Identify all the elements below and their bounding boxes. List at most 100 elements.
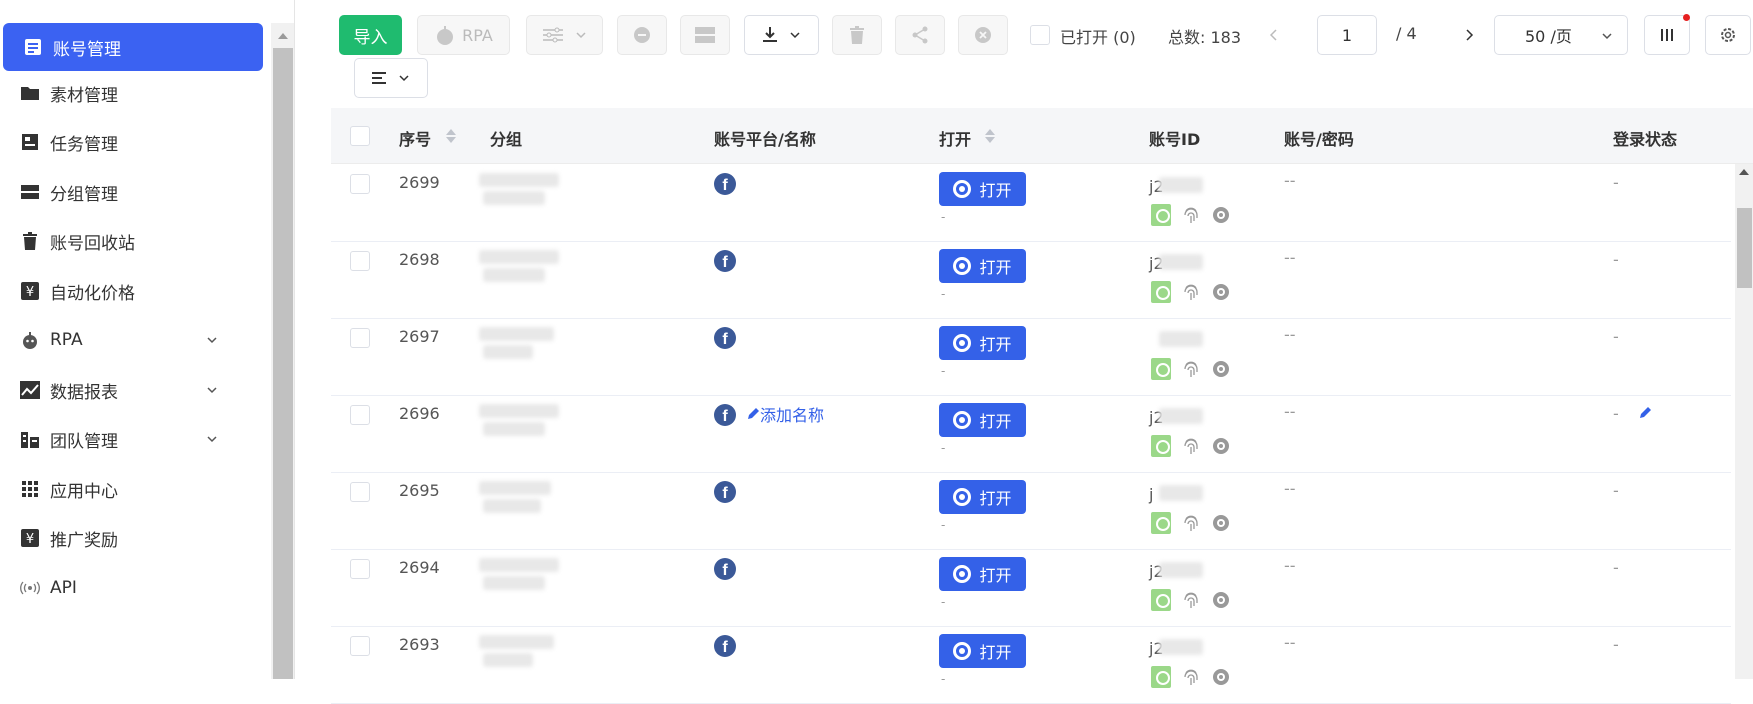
sidebar-item-account[interactable]: 账号管理	[3, 23, 263, 71]
open-browser-button[interactable]: 打开	[939, 634, 1026, 668]
trash-icon	[850, 26, 864, 44]
fingerprint-icon[interactable]	[1181, 205, 1201, 225]
select-all-checkbox[interactable]	[350, 126, 370, 146]
sort-icon[interactable]	[445, 126, 457, 146]
sidebar-item-reports[interactable]: 数据报表	[0, 366, 265, 414]
credentials-value: --	[1284, 171, 1296, 190]
scroll-up-icon[interactable]	[1739, 169, 1749, 175]
sidebar: 账号管理 素材管理 任务管理 分组管理 账号回收站 ¥ 自动化价格 RPA 数据…	[0, 0, 270, 679]
row-checkbox[interactable]	[350, 174, 370, 194]
share-button[interactable]	[895, 15, 945, 55]
row-checkbox[interactable]	[350, 328, 370, 348]
pencil-icon[interactable]	[1638, 406, 1652, 420]
sidebar-scrollbar-thumb[interactable]	[273, 48, 293, 679]
row-checkbox[interactable]	[350, 636, 370, 656]
settings-button[interactable]	[1705, 15, 1751, 55]
row-checkbox[interactable]	[350, 482, 370, 502]
login-status: -	[1613, 250, 1619, 269]
fingerprint-icon[interactable]	[1181, 436, 1201, 456]
sidebar-item-team[interactable]: 团队管理	[0, 415, 265, 463]
page-size-select[interactable]: 50 /页	[1494, 15, 1628, 55]
chevron-down-icon	[789, 32, 800, 39]
fingerprint-icon[interactable]	[1181, 282, 1201, 302]
status-button[interactable]	[617, 15, 667, 55]
cookie-icon[interactable]	[1151, 358, 1171, 380]
fingerprint-icon[interactable]	[1181, 513, 1201, 533]
row-checkbox[interactable]	[350, 405, 370, 425]
page-input[interactable]: 1	[1317, 15, 1377, 55]
sidebar-item-recycle-bin[interactable]: 账号回收站	[0, 217, 265, 265]
settings-icon[interactable]	[1211, 359, 1231, 379]
sidebar-item-groups[interactable]: 分组管理	[0, 168, 265, 216]
group-redacted	[479, 173, 559, 187]
sort-icon[interactable]	[984, 126, 996, 146]
rpa-button-label: RPA	[462, 25, 493, 45]
cookie-icon[interactable]	[1151, 204, 1171, 226]
settings-icon[interactable]	[1211, 282, 1231, 302]
open-browser-button[interactable]: 打开	[939, 403, 1026, 437]
open-browser-button[interactable]: 打开	[939, 249, 1026, 283]
fingerprint-icon[interactable]	[1181, 359, 1201, 379]
rpa-button[interactable]: RPA	[417, 15, 510, 55]
sidebar-item-tasks[interactable]: 任务管理	[0, 118, 265, 166]
scroll-up-icon[interactable]	[278, 33, 288, 39]
add-name-label: 添加名称	[760, 406, 825, 425]
column-header-open[interactable]: 打开	[939, 126, 971, 150]
credentials-value: --	[1284, 248, 1296, 267]
fingerprint-icon[interactable]	[1181, 667, 1201, 687]
row-checkbox[interactable]	[350, 559, 370, 579]
sidebar-item-api[interactable]: API	[0, 564, 265, 612]
cookie-icon[interactable]	[1151, 589, 1171, 611]
sidebar-item-label: RPA	[50, 330, 83, 350]
open-browser-button[interactable]: 打开	[939, 557, 1026, 591]
sidebar-item-referral[interactable]: ¥ 推广奖励	[0, 514, 265, 562]
column-settings-button[interactable]	[1644, 15, 1690, 55]
download-dropdown[interactable]	[744, 15, 819, 55]
sidebar-item-auto-price[interactable]: ¥ 自动化价格	[0, 267, 265, 315]
view-options-dropdown[interactable]	[354, 58, 428, 98]
sidebar-item-app-center[interactable]: 应用中心	[0, 465, 265, 513]
prev-page-icon[interactable]	[1268, 28, 1280, 42]
settings-icon[interactable]	[1211, 513, 1231, 533]
sidebar-item-label: 团队管理	[50, 431, 118, 452]
table-row: 2694 f 打开 - j2 -- -	[331, 550, 1731, 627]
import-button[interactable]: 导入	[339, 15, 402, 55]
open-browser-button[interactable]: 打开	[939, 326, 1026, 360]
open-button-label: 打开	[979, 258, 1012, 277]
settings-icon[interactable]	[1211, 590, 1231, 610]
cookie-icon[interactable]	[1151, 512, 1171, 534]
sidebar-item-label: 数据报表	[50, 382, 118, 403]
filter-settings-button[interactable]	[526, 15, 603, 55]
row-checkbox[interactable]	[350, 251, 370, 271]
cookie-icon[interactable]	[1151, 435, 1171, 457]
fingerprint-icon[interactable]	[1181, 590, 1201, 610]
sidebar-item-materials[interactable]: 素材管理	[0, 69, 265, 117]
add-name-link[interactable]: 添加名称	[746, 402, 824, 426]
table-scrollbar-thumb[interactable]	[1737, 208, 1752, 288]
column-header-no[interactable]: 序号	[399, 126, 431, 150]
login-status: -	[1613, 173, 1619, 192]
svg-text:¥: ¥	[26, 285, 34, 300]
facebook-icon: f	[714, 558, 736, 580]
open-browser-button[interactable]: 打开	[939, 172, 1026, 206]
group-button[interactable]	[680, 15, 730, 55]
import-button-label: 导入	[353, 27, 388, 48]
close-session-button[interactable]	[958, 15, 1008, 55]
cookie-icon[interactable]	[1151, 666, 1171, 688]
settings-icon[interactable]	[1211, 205, 1231, 225]
chevron-down-icon	[207, 436, 217, 443]
cookie-icon[interactable]	[1151, 281, 1171, 303]
opened-filter-checkbox[interactable]	[1030, 25, 1050, 45]
yen-icon: ¥	[20, 281, 40, 301]
open-subtext: -	[941, 518, 946, 532]
group-redacted	[479, 635, 554, 649]
facebook-icon: f	[714, 635, 736, 657]
settings-icon[interactable]	[1211, 436, 1231, 456]
settings-icon[interactable]	[1211, 667, 1231, 687]
column-header-account-id: 账号ID	[1149, 130, 1201, 149]
open-browser-button[interactable]: 打开	[939, 480, 1026, 514]
sidebar-item-rpa[interactable]: RPA	[0, 316, 265, 364]
next-page-icon[interactable]	[1463, 28, 1475, 42]
group-icon	[695, 27, 715, 43]
delete-button[interactable]	[832, 15, 882, 55]
